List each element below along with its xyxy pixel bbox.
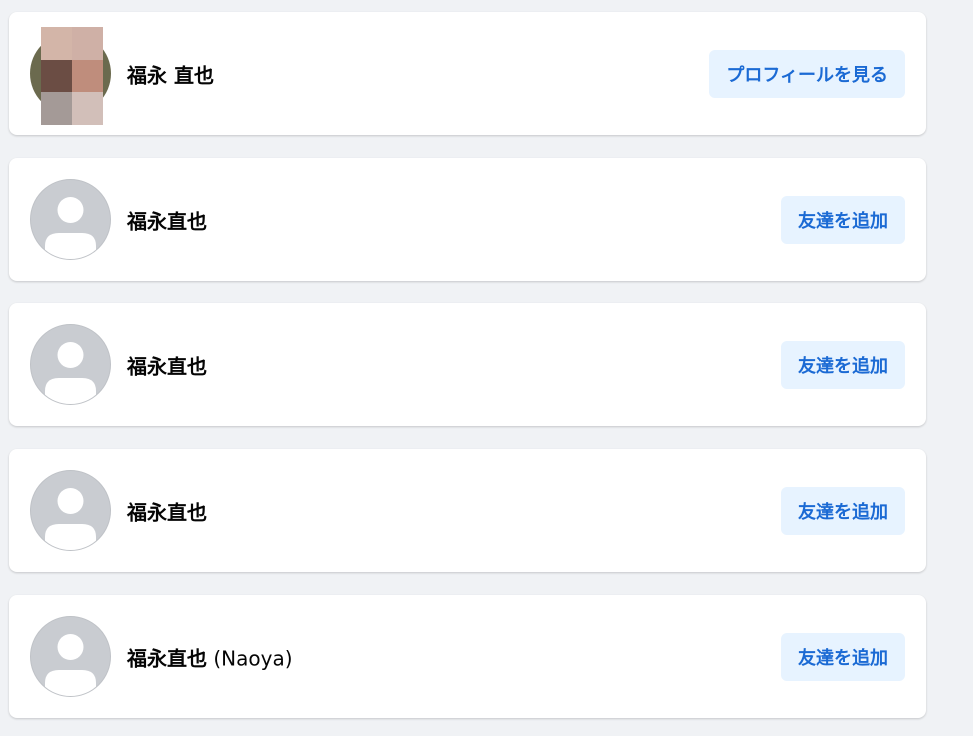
person-name: 福永 直也 — [127, 63, 214, 87]
person-silhouette-icon — [45, 634, 96, 696]
person-name-suffix: (Naoya) — [207, 646, 293, 670]
result-card: 福永直也 (Naoya) 友達を追加 — [9, 595, 926, 718]
person-name: 福永直也 — [127, 646, 207, 670]
add-friend-button[interactable]: 友達を追加 — [781, 486, 905, 535]
default-avatar-icon[interactable] — [30, 470, 111, 551]
mosaic-tile — [72, 92, 103, 125]
person-name-link[interactable]: 福永直也 — [127, 496, 207, 525]
default-avatar-icon[interactable] — [30, 179, 111, 260]
default-avatar-icon[interactable] — [30, 616, 111, 697]
add-friend-button[interactable]: 友達を追加 — [781, 340, 905, 389]
person-silhouette-icon — [45, 488, 96, 550]
result-card: 福永直也 友達を追加 — [9, 449, 926, 572]
avatar-mosaic — [41, 27, 103, 125]
person-name-link[interactable]: 福永直也 (Naoya) — [127, 642, 293, 671]
result-card: 福永 直也 プロフィールを見る — [9, 12, 926, 135]
result-card: 福永直也 友達を追加 — [9, 158, 926, 281]
default-avatar-icon[interactable] — [30, 324, 111, 405]
result-card: 福永直也 友達を追加 — [9, 303, 926, 426]
mosaic-tile — [41, 92, 72, 125]
person-name-link[interactable]: 福永直也 — [127, 350, 207, 379]
mosaic-tile — [41, 60, 72, 92]
mosaic-tile — [72, 27, 103, 60]
view-profile-button[interactable]: プロフィールを見る — [709, 49, 905, 98]
profile-photo-avatar[interactable] — [30, 27, 111, 125]
mosaic-tile — [72, 60, 103, 92]
person-name: 福永直也 — [127, 500, 207, 524]
person-name-link[interactable]: 福永 直也 — [127, 59, 214, 88]
person-name-link[interactable]: 福永直也 — [127, 205, 207, 234]
add-friend-button[interactable]: 友達を追加 — [781, 632, 905, 681]
person-silhouette-icon — [45, 197, 96, 259]
person-name: 福永直也 — [127, 209, 207, 233]
person-silhouette-icon — [45, 342, 96, 404]
add-friend-button[interactable]: 友達を追加 — [781, 195, 905, 244]
person-name: 福永直也 — [127, 354, 207, 378]
mosaic-tile — [41, 27, 72, 60]
